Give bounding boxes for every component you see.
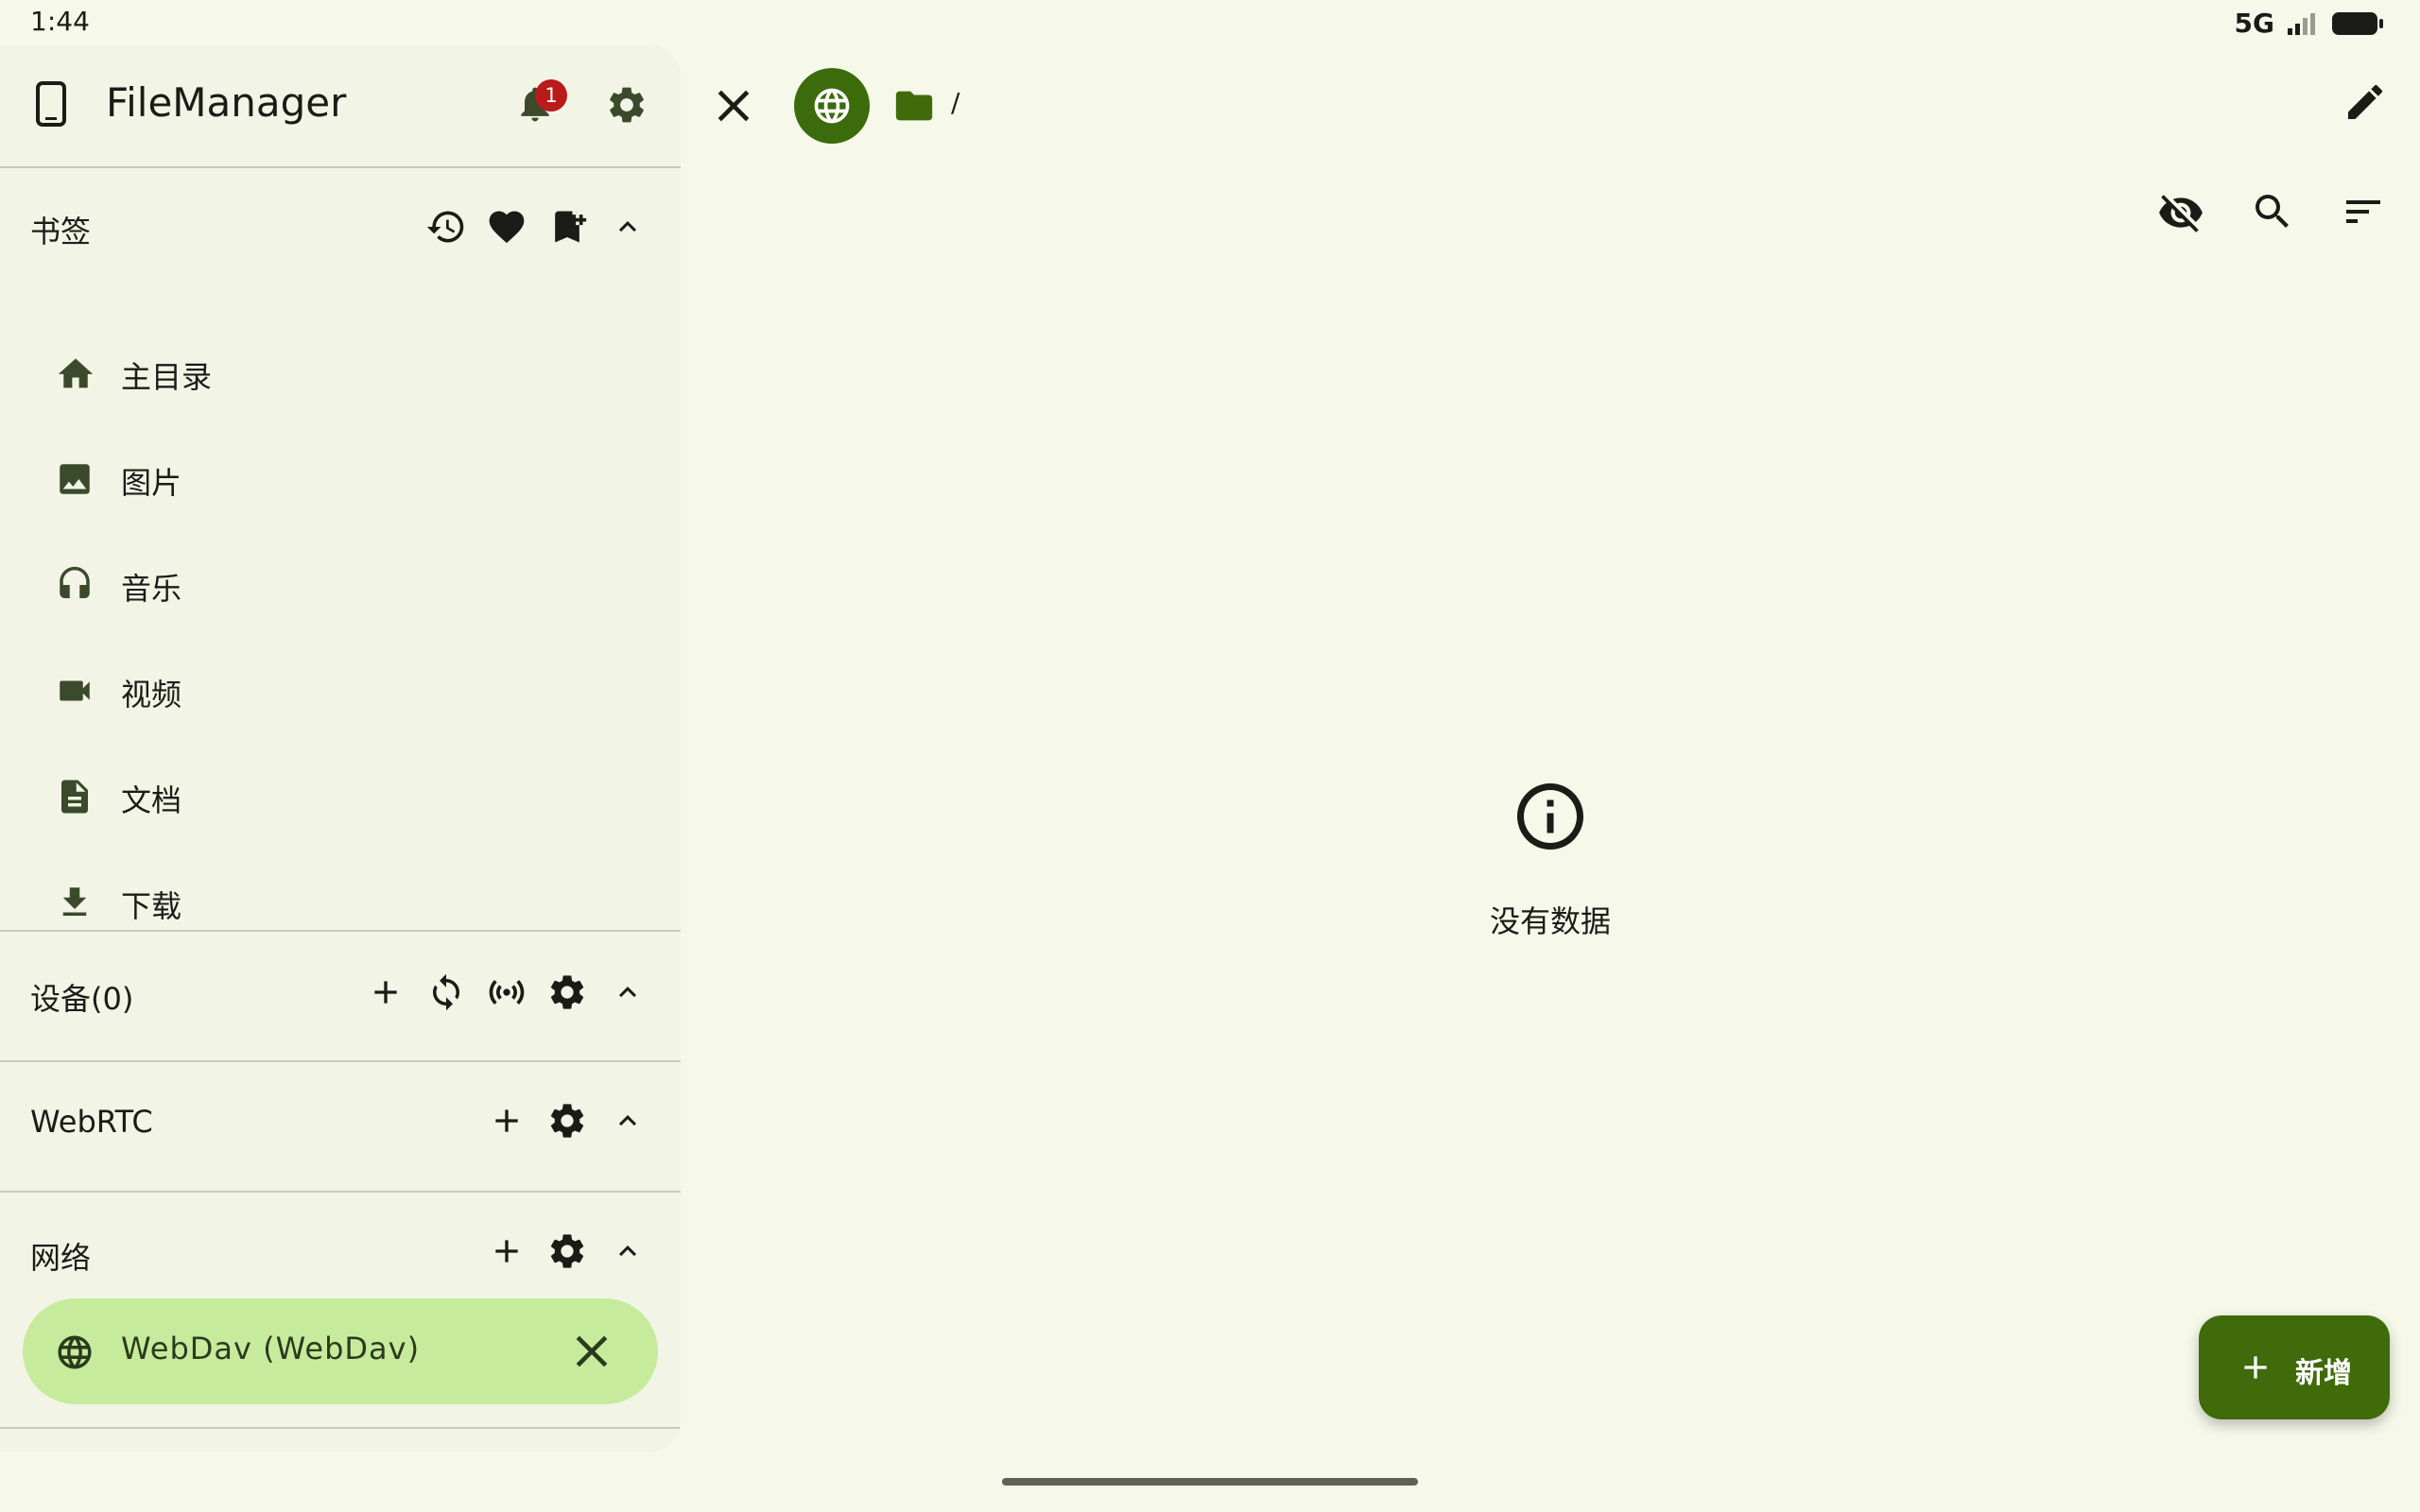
bookmark-item-documents[interactable]: 文档 — [0, 748, 681, 843]
bookmark-item-home[interactable]: 主目录 — [0, 325, 681, 420]
globe-icon — [55, 1332, 95, 1372]
bookmark-label: 下载 — [121, 888, 182, 924]
collapse-webrtc-button[interactable] — [601, 1094, 654, 1147]
network-section-title: 网络 — [30, 1240, 92, 1276]
webrtc-settings-button[interactable] — [541, 1094, 594, 1147]
breadcrumb-separator: / — [951, 87, 960, 118]
drawer-header: FileManager 1 — [0, 45, 681, 166]
fab-label: 新增 — [2295, 1357, 2352, 1390]
folder-icon — [892, 87, 936, 125]
bookmark-item-pictures[interactable]: 图片 — [0, 431, 681, 525]
devices-section-title: 设备(0) — [30, 981, 134, 1017]
close-button[interactable] — [707, 79, 760, 132]
bookmarks-section-title: 书签 — [30, 214, 92, 249]
collapse-bookmarks-button[interactable] — [601, 200, 654, 253]
notification-badge: 1 — [535, 79, 567, 112]
videocam-icon — [55, 671, 95, 711]
network-settings-button[interactable] — [541, 1225, 594, 1278]
visibility-off-icon — [2157, 189, 2204, 236]
info-icon — [1511, 777, 1590, 856]
search-button[interactable] — [2250, 189, 2295, 234]
bookmark-label: 图片 — [121, 465, 182, 501]
chevron-up-icon — [611, 210, 645, 244]
remove-network-button[interactable] — [565, 1325, 618, 1378]
collapse-devices-button[interactable] — [601, 966, 654, 1019]
phone-icon — [32, 81, 70, 127]
home-icon — [55, 353, 96, 391]
empty-state-text: 没有数据 — [1489, 903, 1611, 939]
add-fab-button[interactable]: 新增 — [2199, 1315, 2390, 1419]
bookmark-label: 文档 — [121, 782, 182, 818]
toggle-hidden-button[interactable] — [2157, 189, 2204, 236]
favorites-button[interactable] — [480, 200, 533, 253]
search-icon — [2250, 189, 2295, 234]
gear-icon — [546, 971, 588, 1013]
plus-icon — [367, 973, 405, 1011]
globe-icon — [811, 85, 853, 127]
refresh-devices-button[interactable] — [420, 966, 473, 1019]
collapse-network-button[interactable] — [601, 1225, 654, 1278]
sync-icon — [426, 972, 466, 1012]
status-time: 1:44 — [30, 6, 90, 37]
settings-button[interactable] — [605, 83, 648, 127]
edit-button[interactable] — [2342, 79, 2388, 125]
app-title: FileManager — [106, 79, 347, 126]
bookmark-item-video[interactable]: 视频 — [0, 643, 681, 737]
add-device-button[interactable] — [359, 966, 412, 1019]
image-icon — [55, 459, 95, 499]
navigation-drawer: FileManager 1 书签 主目录 图片 音乐 视频 文档 下载 设备(0… — [0, 45, 681, 1452]
history-icon — [425, 206, 467, 248]
sort-button[interactable] — [2341, 189, 2386, 234]
storage-source-button[interactable] — [794, 68, 870, 144]
divider — [0, 166, 681, 168]
battery-icon — [2331, 10, 2384, 37]
plus-icon — [488, 1232, 526, 1270]
chevron-up-icon — [611, 1234, 645, 1268]
divider — [0, 930, 681, 932]
plus-icon — [2237, 1349, 2274, 1386]
gear-icon — [546, 1100, 588, 1142]
network-type: 5G — [2234, 8, 2274, 39]
history-button[interactable] — [420, 200, 473, 253]
bookmark-label: 主目录 — [121, 359, 213, 395]
bookmark-label: 视频 — [121, 677, 182, 713]
download-icon — [55, 883, 95, 922]
pencil-icon — [2342, 79, 2388, 125]
add-bookmark-button[interactable] — [541, 200, 594, 253]
broadcast-icon — [486, 971, 527, 1013]
close-icon — [565, 1325, 618, 1378]
heart-icon — [486, 206, 527, 248]
network-item-label: WebDav (WebDav) — [121, 1331, 421, 1366]
divider — [0, 1060, 681, 1062]
bookmark-add-icon — [546, 206, 588, 248]
bookmark-label: 音乐 — [121, 571, 182, 607]
status-bar: 1:44 5G — [0, 0, 2420, 43]
chevron-up-icon — [611, 975, 645, 1009]
plus-icon — [488, 1102, 526, 1140]
bookmark-item-downloads[interactable]: 下载 — [0, 854, 681, 949]
devices-settings-button[interactable] — [541, 966, 594, 1019]
sort-icon — [2341, 189, 2386, 234]
gesture-home-bar[interactable] — [1002, 1478, 1418, 1486]
network-item-webdav[interactable]: WebDav (WebDav) — [23, 1298, 658, 1404]
divider — [0, 1427, 681, 1429]
chevron-up-icon — [611, 1104, 645, 1138]
add-webrtc-button[interactable] — [480, 1094, 533, 1147]
divider — [0, 1191, 681, 1193]
broadcast-button[interactable] — [480, 966, 533, 1019]
signal-icon — [2286, 11, 2320, 36]
gear-icon — [546, 1230, 588, 1272]
status-indicators: 5G — [2235, 8, 2384, 39]
headphones-icon — [55, 565, 95, 605]
webrtc-section-title: WebRTC — [30, 1104, 153, 1140]
add-network-button[interactable] — [480, 1225, 533, 1278]
close-icon — [707, 79, 760, 132]
breadcrumb-root-button[interactable] — [892, 87, 936, 125]
gear-icon — [605, 83, 648, 127]
bookmark-item-music[interactable]: 音乐 — [0, 537, 681, 631]
document-icon — [55, 777, 95, 816]
